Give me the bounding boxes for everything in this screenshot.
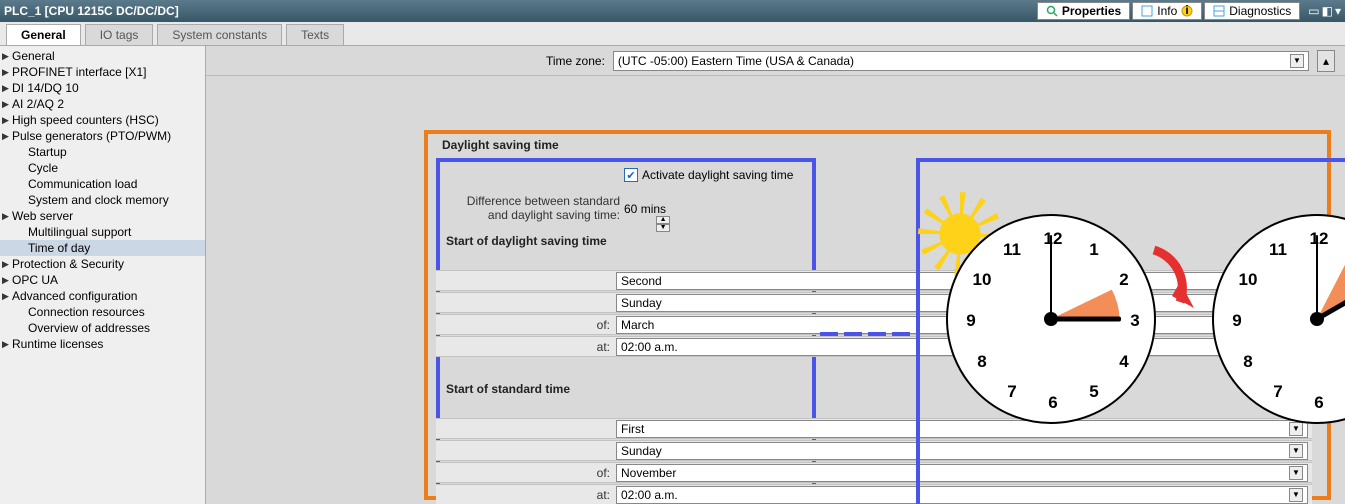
sidebar-item[interactable]: Cycle <box>0 160 205 176</box>
activate-dst-row: ✔ Activate daylight saving time <box>624 168 793 182</box>
diagnostics-button[interactable]: Diagnostics <box>1204 2 1300 20</box>
clock-illustration-frame: ❄ 121234567891011 <box>916 158 1345 504</box>
main-panel: Time zone: (UTC -05:00) Eastern Time (US… <box>206 46 1345 504</box>
clock-spring-forward: 121234567891011 <box>946 214 1156 424</box>
dst-section-frame: Daylight saving time ✔ Activate daylight… <box>424 130 1331 500</box>
sidebar-item[interactable]: ▶General <box>0 48 205 64</box>
tab-bar: General IO tags System constants Texts <box>0 22 1345 46</box>
activate-dst-checkbox[interactable]: ✔ <box>624 168 638 182</box>
sidebar-item[interactable]: ▶Pulse generators (PTO/PWM) <box>0 128 205 144</box>
svg-text:i: i <box>1186 5 1189 17</box>
scroll-up-button[interactable]: ▴ <box>1317 50 1335 72</box>
sidebar-item[interactable]: ▶Web server <box>0 208 205 224</box>
dst-settings-frame: ✔ Activate daylight saving time Differen… <box>436 158 816 504</box>
sidebar-item[interactable]: Multilingual support <box>0 224 205 240</box>
sidebar-item[interactable]: ▶OPC UA <box>0 272 205 288</box>
sidebar-item[interactable]: Startup <box>0 144 205 160</box>
nav-sidebar[interactable]: ▶General▶PROFINET interface [X1]▶DI 14/D… <box>0 46 206 504</box>
start-std-title: Start of standard time <box>446 382 570 396</box>
sidebar-item[interactable]: ▶PROFINET interface [X1] <box>0 64 205 80</box>
sidebar-item[interactable]: ▶High speed counters (HSC) <box>0 112 205 128</box>
connector-line <box>820 332 916 336</box>
properties-button[interactable]: Properties <box>1037 2 1130 20</box>
window-control-icons[interactable]: ▭◧▾ <box>1308 4 1341 18</box>
sidebar-item[interactable]: Connection resources <box>0 304 205 320</box>
window-title: PLC_1 [CPU 1215C DC/DC/DC] <box>4 4 179 18</box>
dst-offset-input[interactable]: 60 mins ▲▼ <box>624 202 670 232</box>
forward-arrow-icon <box>1144 242 1204 312</box>
tab-texts[interactable]: Texts <box>286 24 344 45</box>
sidebar-item[interactable]: ▶Protection & Security <box>0 256 205 272</box>
sidebar-item[interactable]: Communication load <box>0 176 205 192</box>
start-dst-title: Start of daylight saving time <box>446 234 607 248</box>
sidebar-item[interactable]: System and clock memory <box>0 192 205 208</box>
info-button[interactable]: Info i <box>1132 2 1202 20</box>
timezone-row: Time zone: (UTC -05:00) Eastern Time (US… <box>206 46 1345 76</box>
sidebar-item[interactable]: ▶DI 14/DQ 10 <box>0 80 205 96</box>
tab-general[interactable]: General <box>6 24 81 45</box>
timezone-select[interactable]: (UTC -05:00) Eastern Time (USA & Canada)… <box>613 51 1309 71</box>
sidebar-item[interactable]: ▶Runtime licenses <box>0 336 205 352</box>
chevron-down-icon: ▼ <box>1290 54 1304 68</box>
sidebar-item[interactable]: ▶AI 2/AQ 2 <box>0 96 205 112</box>
clock-fall-back: 121234567891011 <box>1212 214 1345 424</box>
sidebar-item[interactable]: ▶Advanced configuration <box>0 288 205 304</box>
window-titlebar: PLC_1 [CPU 1215C DC/DC/DC] Properties In… <box>0 0 1345 22</box>
tab-system-constants[interactable]: System constants <box>157 24 282 45</box>
tab-io-tags[interactable]: IO tags <box>85 24 154 45</box>
sidebar-item[interactable]: Time of day <box>0 240 205 256</box>
timezone-label: Time zone: <box>546 54 605 68</box>
section-title: Daylight saving time <box>436 136 565 154</box>
sidebar-item[interactable]: Overview of addresses <box>0 320 205 336</box>
